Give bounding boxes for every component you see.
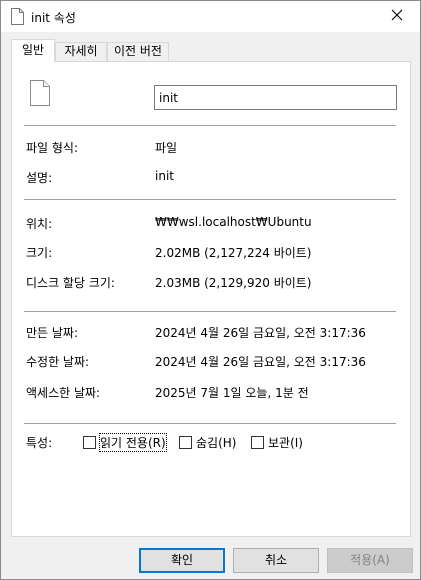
- close-button[interactable]: [374, 1, 420, 32]
- ok-button[interactable]: 확인: [139, 548, 225, 573]
- hidden-attribute[interactable]: 숨김(H): [179, 434, 236, 451]
- tab-previous-versions[interactable]: 이전 버전: [107, 42, 169, 61]
- separator: [24, 423, 396, 424]
- created-value: 2024년 4월 26일 금요일, 오전 3:17:36: [155, 326, 366, 340]
- file-name-input[interactable]: [154, 85, 397, 110]
- location-label: 위치:: [26, 217, 53, 231]
- readonly-checkbox[interactable]: [83, 436, 96, 449]
- hidden-label: 숨김(H): [196, 436, 237, 450]
- readonly-attribute[interactable]: 읽기 전용(R): [83, 433, 167, 452]
- properties-dialog: init 속성 일반 자세히 이전 버전 파일 형식: 파일 설명: init: [0, 0, 421, 580]
- window-title: init 속성: [31, 11, 76, 25]
- archive-attribute[interactable]: 보관(I): [251, 434, 303, 451]
- description-label: 설명:: [26, 171, 53, 185]
- readonly-label: 읽기 전용(R): [99, 433, 167, 452]
- hidden-checkbox[interactable]: [179, 436, 192, 449]
- close-icon: [391, 9, 403, 24]
- file-icon: [30, 80, 50, 106]
- file-type-label: 파일 형식:: [26, 141, 79, 155]
- title-bar: init 속성: [1, 1, 420, 32]
- tab-details[interactable]: 자세히: [55, 42, 107, 61]
- location-value: ₩₩wsl.localhost₩Ubuntu: [155, 215, 312, 229]
- general-tab-panel: 파일 형식: 파일 설명: init 위치: ₩₩wsl.localhost₩U…: [11, 61, 411, 537]
- separator: [24, 199, 396, 200]
- size-on-disk-value: 2.03MB (2,129,920 바이트): [155, 276, 312, 290]
- description-value: init: [155, 169, 174, 183]
- size-on-disk-label: 디스크 할당 크기:: [26, 276, 115, 290]
- archive-label: 보관(I): [268, 436, 303, 450]
- separator: [24, 311, 396, 312]
- accessed-value: 2025년 7월 1일 오늘, 1분 전: [155, 386, 309, 400]
- attributes-label: 특성:: [26, 436, 53, 450]
- archive-checkbox[interactable]: [251, 436, 264, 449]
- accessed-label: 액세스한 날짜:: [26, 386, 101, 400]
- file-type-value: 파일: [155, 141, 178, 155]
- size-value: 2.02MB (2,127,224 바이트): [155, 246, 312, 260]
- modified-label: 수정한 날짜:: [26, 355, 90, 369]
- tab-general[interactable]: 일반: [11, 39, 55, 62]
- cancel-button[interactable]: 취소: [233, 548, 319, 573]
- apply-button[interactable]: 적용(A): [327, 548, 413, 573]
- size-label: 크기:: [26, 246, 53, 260]
- created-label: 만든 날짜:: [26, 326, 79, 340]
- file-icon: [11, 8, 24, 25]
- modified-value: 2024년 4월 26일 금요일, 오전 3:17:36: [155, 355, 366, 369]
- separator: [24, 125, 396, 126]
